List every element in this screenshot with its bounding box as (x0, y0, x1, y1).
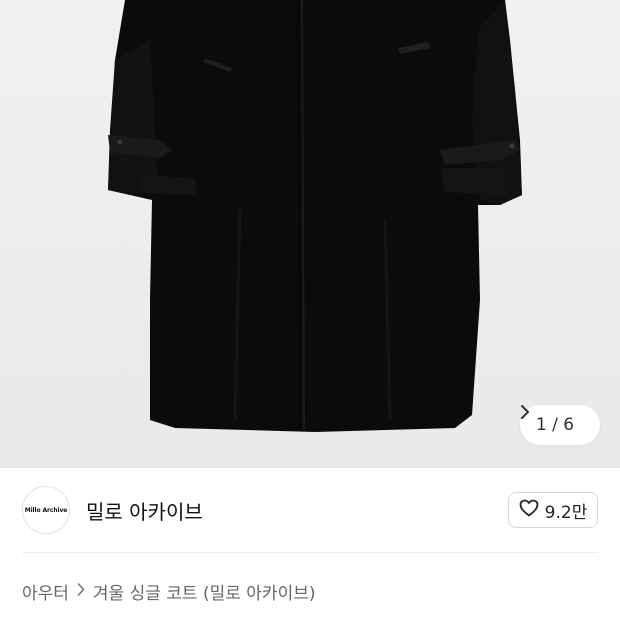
like-button[interactable]: 9.2만 (508, 492, 598, 528)
coat-photo (108, 0, 522, 432)
counter-separator: / (552, 415, 558, 435)
counter-current: 1 (535, 415, 547, 435)
breadcrumb-product-title: 겨울 싱글 코트 (밀로 아카이브) (92, 583, 316, 604)
product-image[interactable]: 1 / 6 (0, 0, 620, 468)
like-count: 9.2만 (544, 502, 588, 523)
chevron-right-icon (77, 582, 85, 600)
seller-name[interactable]: 밀로 아카이브 (86, 496, 203, 525)
coat-body (108, 0, 522, 432)
image-counter[interactable]: 1 / 6 (520, 405, 600, 445)
seller-logo-text: Millo Archive (24, 506, 68, 514)
seller-logo[interactable]: Millo Archive (22, 486, 70, 534)
breadcrumb: 아우터 겨울 싱글 코트 (밀로 아카이브) (22, 578, 315, 604)
counter-total: 6 (563, 415, 575, 435)
divider (22, 552, 598, 553)
breadcrumb-category[interactable]: 아우터 (22, 579, 69, 604)
seller-row: Millo Archive 밀로 아카이브 9.2만 (0, 468, 620, 552)
heart-outline-icon (519, 499, 539, 522)
